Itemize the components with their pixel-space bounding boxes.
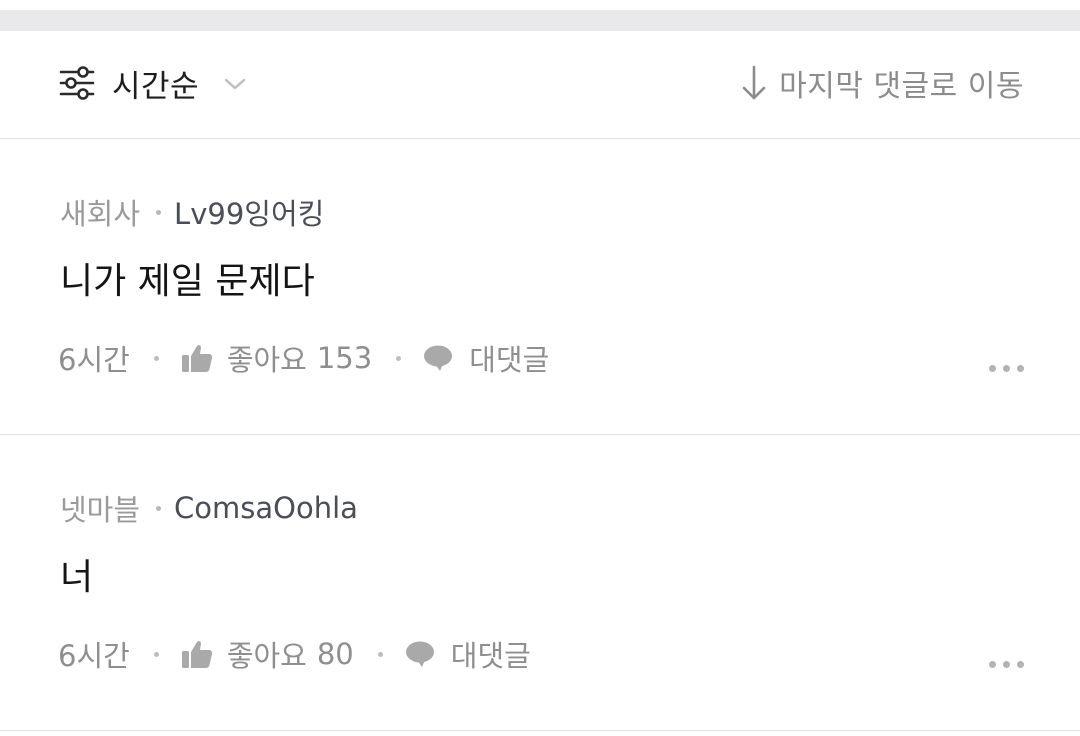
comment-item: 넷마블 ComsaOohla 너 6시간 좋아요 80 대댓글 [0, 435, 1080, 731]
comment-text: 너 [60, 557, 94, 598]
author-company: 새회사 [60, 197, 141, 231]
comment-item: 새회사 Lv99잉어킹 니가 제일 문제다 6시간 좋아요 153 대댓글 [0, 139, 1080, 435]
more-dot [1003, 365, 1010, 372]
speech-bubble-icon [405, 640, 435, 668]
author-company: 넷마블 [60, 493, 141, 527]
comment-toolbar: 시간순 마지막 댓글로 이동 [0, 31, 1080, 139]
author-nickname[interactable]: Lv99잉어킹 [174, 191, 324, 233]
like-count: 80 [316, 637, 354, 671]
like-count: 153 [316, 341, 373, 375]
comment-actions: 6시간 좋아요 80 대댓글 [58, 633, 531, 675]
speech-bubble-icon [423, 344, 453, 372]
more-dot [989, 661, 996, 668]
comment-actions: 6시간 좋아요 153 대댓글 [58, 337, 549, 379]
more-dot [1017, 365, 1024, 372]
reply-button[interactable]: 대댓글 [405, 633, 531, 675]
comment-text: 니가 제일 문제다 [60, 261, 315, 302]
author-nickname[interactable]: ComsaOohla [174, 491, 358, 525]
arrow-down-icon [741, 64, 767, 102]
comment-time: 6시간 [58, 639, 130, 673]
top-separator-band [0, 0, 1080, 31]
like-label: 좋아요 [226, 343, 307, 377]
more-options-button[interactable] [982, 657, 1024, 672]
like-button[interactable]: 좋아요 153 [181, 337, 372, 379]
reply-label: 대댓글 [450, 639, 531, 673]
more-dot [1003, 661, 1010, 668]
more-dot [989, 365, 996, 372]
filter-sliders-icon [58, 66, 96, 100]
jump-to-last-comment-button[interactable]: 마지막 댓글로 이동 [741, 63, 1024, 104]
sort-order-button[interactable]: 시간순 [58, 63, 247, 105]
reply-label: 대댓글 [469, 343, 550, 377]
reply-button[interactable]: 대댓글 [423, 337, 549, 379]
like-button[interactable]: 좋아요 80 [181, 633, 354, 675]
comment-author-meta: 넷마블 ComsaOohla [60, 487, 358, 529]
like-label: 좋아요 [226, 639, 307, 673]
thumbs-up-icon [181, 343, 213, 373]
action-separator-dot [153, 651, 159, 657]
more-options-button[interactable] [982, 361, 1024, 376]
action-separator-dot [153, 355, 159, 361]
comment-time: 6시간 [58, 343, 130, 377]
action-separator-dot [396, 355, 402, 361]
jump-to-last-comment-label: 마지막 댓글로 이동 [779, 69, 1024, 104]
meta-separator-dot [156, 209, 162, 215]
chevron-down-icon [223, 76, 247, 90]
meta-separator-dot [156, 505, 162, 511]
sort-order-label: 시간순 [112, 68, 200, 105]
action-separator-dot [377, 651, 383, 657]
comment-author-meta: 새회사 Lv99잉어킹 [60, 191, 324, 233]
thumbs-up-icon [181, 639, 213, 669]
gray-band [0, 10, 1080, 31]
more-dot [1017, 661, 1024, 668]
